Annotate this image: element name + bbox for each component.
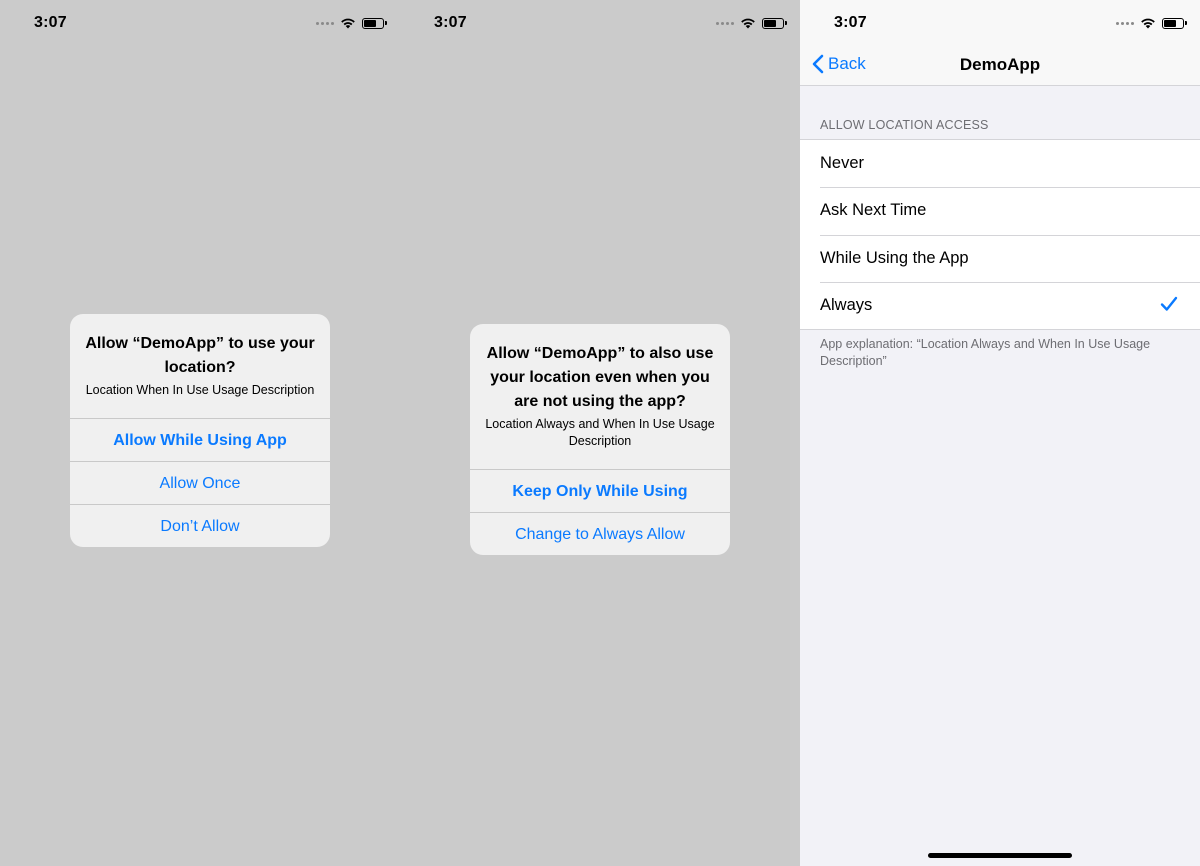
- status-bar: 3:07: [400, 0, 800, 46]
- alert-title: Allow “DemoApp” to also use your locatio…: [486, 345, 714, 410]
- screen-location-settings: 3:07 Back DemoApp ALLOW LOCATION ACCESS …: [800, 0, 1200, 866]
- home-indicator: [928, 853, 1072, 858]
- alert-message: Location Always and When In Use Usage De…: [485, 417, 715, 448]
- app-explanation-footer: App explanation: “Location Always and Wh…: [820, 337, 1151, 368]
- status-icons: [716, 15, 787, 31]
- signal-icon: [316, 21, 334, 25]
- status-icons: [1116, 15, 1187, 31]
- battery-icon: [762, 17, 787, 29]
- alert-message: Location When In Use Usage Description: [85, 383, 315, 397]
- allow-while-using-app-button[interactable]: Allow While Using App: [70, 418, 330, 461]
- wifi-icon: [741, 18, 755, 29]
- navigation-bar: Back DemoApp: [800, 46, 1200, 86]
- alert-title: Allow “DemoApp” to use your location?: [85, 335, 315, 376]
- dont-allow-button[interactable]: Don’t Allow: [70, 504, 330, 547]
- location-access-options: Never Ask Next Time While Using the App …: [800, 139, 1200, 330]
- signal-icon: [716, 21, 734, 25]
- battery-icon: [1162, 17, 1187, 29]
- alert-body: Allow “DemoApp” to also use your locatio…: [470, 324, 730, 469]
- screen-always-upgrade-prompt: 3:07 Allow “DemoApp” to also use your lo…: [400, 0, 800, 866]
- checkmark-icon: [1160, 296, 1178, 311]
- allow-once-button[interactable]: Allow Once: [70, 461, 330, 504]
- status-bar: 3:07: [800, 0, 1200, 46]
- battery-icon: [362, 17, 387, 29]
- option-label: Never: [820, 154, 865, 173]
- status-icons: [316, 15, 387, 31]
- option-ask-next-time[interactable]: Ask Next Time: [800, 187, 1200, 234]
- option-never[interactable]: Never: [800, 140, 1200, 187]
- option-label: While Using the App: [820, 248, 969, 267]
- change-to-always-allow-button[interactable]: Change to Always Allow: [470, 512, 730, 555]
- option-label: Ask Next Time: [820, 201, 927, 220]
- keep-only-while-using-button[interactable]: Keep Only While Using: [470, 469, 730, 512]
- option-always[interactable]: Always: [800, 281, 1200, 329]
- status-time: 3:07: [34, 14, 67, 31]
- screen-location-prompt: 3:07 Allow “DemoApp” to use your locatio…: [0, 0, 400, 866]
- option-while-using-the-app[interactable]: While Using the App: [800, 234, 1200, 282]
- wifi-icon: [1141, 18, 1155, 29]
- wifi-icon: [341, 18, 355, 29]
- page-title: DemoApp: [959, 55, 1041, 74]
- section-header: ALLOW LOCATION ACCESS: [820, 118, 989, 132]
- status-time: 3:07: [834, 14, 867, 31]
- always-location-alert: Allow “DemoApp” to also use your locatio…: [470, 324, 730, 555]
- status-time: 3:07: [434, 14, 467, 31]
- location-permission-alert: Allow “DemoApp” to use your location? Lo…: [70, 314, 330, 547]
- signal-icon: [1116, 21, 1134, 25]
- alert-body: Allow “DemoApp” to use your location? Lo…: [70, 314, 330, 418]
- option-label: Always: [820, 295, 873, 314]
- status-bar: 3:07: [0, 0, 400, 46]
